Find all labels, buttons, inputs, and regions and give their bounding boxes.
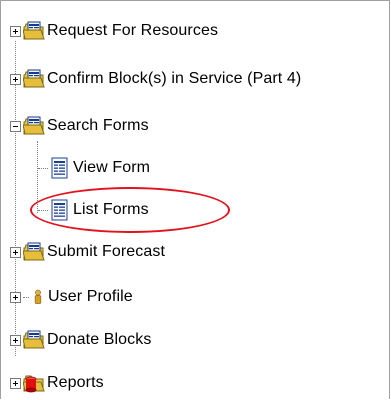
tree-item-label[interactable]: Search Forms — [47, 117, 149, 135]
tree-item-user-profile[interactable]: User Profile — [10, 285, 133, 309]
tree-item-label[interactable]: Confirm Block(s) in Service (Part 4) — [47, 70, 301, 88]
tree-item-submit-forecast[interactable]: Submit Forecast — [10, 240, 165, 264]
tree-item-view-form[interactable]: View Form — [38, 156, 150, 180]
document-icon — [49, 157, 71, 179]
tree-item-label[interactable]: User Profile — [48, 288, 133, 306]
reports-icon — [23, 372, 45, 394]
expand-plus-icon[interactable] — [10, 334, 21, 346]
tree-item-list-forms[interactable]: List Forms — [38, 198, 149, 222]
tree-item-label[interactable]: List Forms — [73, 201, 149, 219]
document-icon — [49, 199, 71, 221]
tree-item-label[interactable]: Reports — [47, 374, 104, 392]
tree-item-reports[interactable]: Reports — [10, 371, 104, 395]
tree-item-donate-blocks[interactable]: Donate Blocks — [10, 328, 151, 352]
tree-item-label[interactable]: Request For Resources — [47, 22, 218, 40]
tree-item-request-for-resources[interactable]: Request For Resources — [10, 19, 218, 43]
tree-item-label[interactable]: Donate Blocks — [47, 331, 151, 349]
folder-form-icon — [23, 115, 45, 137]
tree-branch-connector — [38, 167, 48, 169]
collapse-minus-icon[interactable] — [10, 120, 21, 132]
folder-form-icon — [23, 329, 45, 351]
folder-form-icon — [23, 20, 45, 42]
expand-plus-icon[interactable] — [10, 246, 21, 258]
folder-form-icon — [23, 241, 45, 263]
user-icon — [30, 286, 46, 308]
tree-branch-connector — [23, 296, 29, 298]
folder-form-icon — [23, 68, 45, 90]
tree-item-search-forms[interactable]: Search Forms — [10, 114, 149, 138]
expand-plus-icon[interactable] — [10, 291, 21, 303]
expand-plus-icon[interactable] — [10, 73, 21, 85]
expand-plus-icon[interactable] — [10, 25, 21, 37]
expand-plus-icon[interactable] — [10, 377, 21, 389]
tree-item-label[interactable]: Submit Forecast — [47, 243, 165, 261]
tree-item-confirm-blocks[interactable]: Confirm Block(s) in Service (Part 4) — [10, 67, 301, 91]
tree-branch-connector — [38, 209, 48, 211]
tree-item-label[interactable]: View Form — [73, 159, 150, 177]
